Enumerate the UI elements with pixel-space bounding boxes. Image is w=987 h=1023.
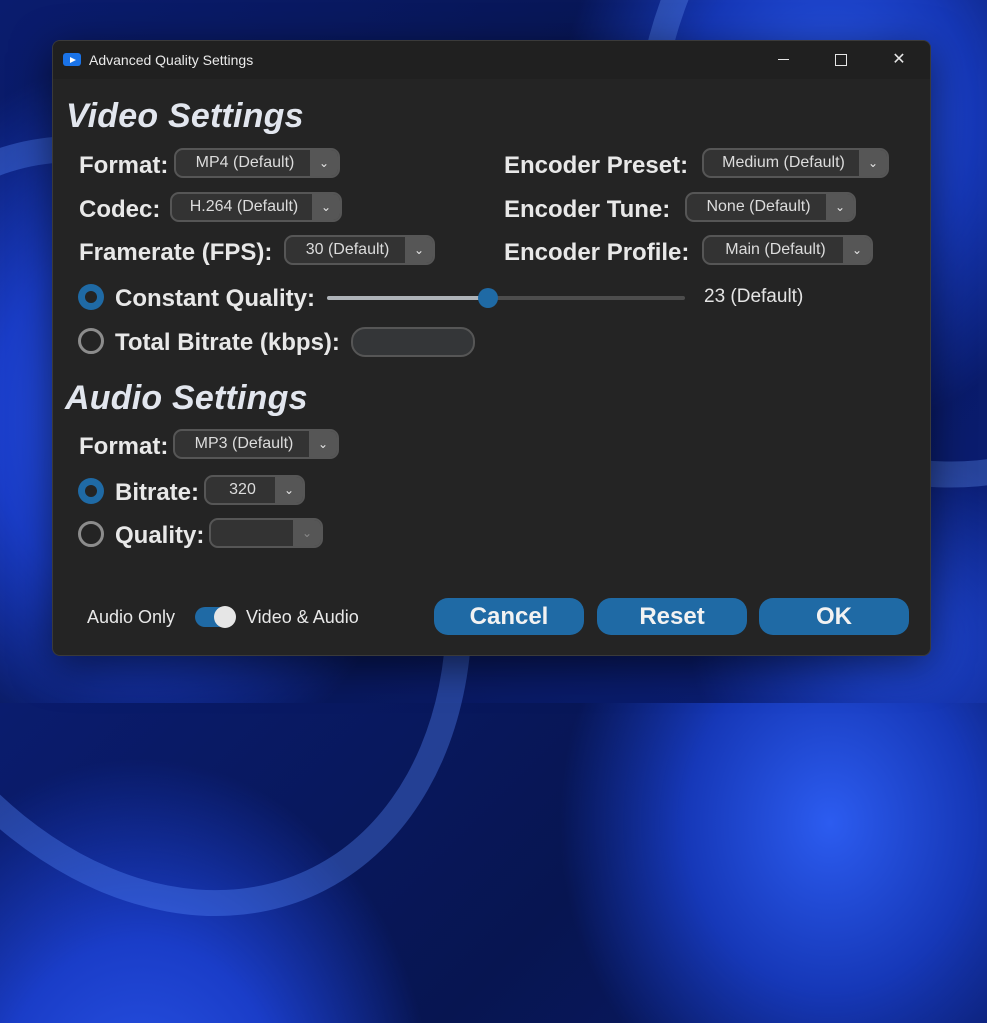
audio-format-value: MP3 (Default) [194,435,294,452]
toggle-knob [214,606,236,628]
encoder-preset-label: Encoder Preset: [504,152,689,179]
chevron-down-icon[interactable]: ⌄ [309,431,337,457]
minimize-icon [777,59,789,61]
close-button[interactable]: ✕ [870,41,928,79]
encoder-profile-dropdown[interactable]: Main (Default) ⌄ [702,235,873,265]
window-title: Advanced Quality Settings [89,52,254,68]
chevron-down-icon[interactable]: ⌄ [859,150,887,176]
audio-bitrate-label: Bitrate: [115,479,200,506]
video-codec-dropdown[interactable]: H.264 (Default) ⌄ [170,192,342,222]
framerate-label: Framerate (FPS): [79,239,273,266]
slider-fill [327,296,488,300]
video-codec-label: Codec: [79,196,161,223]
ok-button[interactable]: OK [759,598,909,635]
maximize-icon [835,53,847,66]
total-bitrate-radio[interactable] [78,328,104,354]
slider-thumb[interactable] [478,288,498,308]
audio-bitrate-dropdown[interactable]: 320 ⌄ [204,475,305,505]
chevron-down-icon[interactable]: ⌄ [310,150,338,176]
total-bitrate-input[interactable] [351,327,475,357]
chevron-down-icon[interactable]: ⌄ [843,237,871,263]
cancel-button[interactable]: Cancel [434,598,584,635]
video-format-value: MP4 (Default) [195,154,295,171]
encoder-preset-value: Medium (Default) [722,154,845,171]
audio-format-dropdown[interactable]: MP3 (Default) ⌄ [173,429,339,459]
maximize-button[interactable] [812,41,870,79]
reset-button[interactable]: Reset [597,598,747,635]
framerate-value: 30 (Default) [305,241,390,258]
video-settings-heading: Video Settings [66,97,304,135]
constant-quality-value: 23 (Default) [704,286,804,307]
audio-quality-label: Quality: [115,522,205,549]
encoder-profile-label: Encoder Profile: [504,239,690,266]
audio-settings-heading: Audio Settings [65,379,308,417]
total-bitrate-label: Total Bitrate (kbps): [115,329,340,356]
video-audio-label: Video & Audio [246,607,359,627]
audio-only-label: Audio Only [87,607,176,627]
constant-quality-label: Constant Quality: [115,285,316,312]
title-bar[interactable]: Advanced Quality Settings ✕ [53,41,930,79]
audio-quality-dropdown[interactable]: ⌄ [209,518,323,548]
settings-window: Advanced Quality Settings ✕ Video Settin… [52,40,931,656]
encoder-tune-value: None (Default) [706,198,811,215]
audio-quality-value [211,520,297,546]
close-icon: ✕ [892,51,906,68]
chevron-down-icon[interactable]: ⌄ [293,520,321,546]
video-codec-value: H.264 (Default) [189,198,299,215]
audio-bitrate-value: 320 [229,481,256,498]
minimize-button[interactable] [754,41,812,79]
framerate-dropdown[interactable]: 30 (Default) ⌄ [284,235,435,265]
chevron-down-icon[interactable]: ⌄ [405,237,433,263]
mode-toggle-switch[interactable] [195,606,236,628]
encoder-profile-value: Main (Default) [725,241,826,258]
constant-quality-radio[interactable] [78,284,104,310]
chevron-down-icon[interactable]: ⌄ [312,194,340,220]
video-format-label: Format: [79,152,169,179]
audio-format-label: Format: [79,433,169,460]
chevron-down-icon[interactable]: ⌄ [826,194,854,220]
constant-quality-slider[interactable] [327,288,685,308]
app-play-icon [63,53,81,66]
encoder-tune-label: Encoder Tune: [504,196,671,223]
encoder-tune-dropdown[interactable]: None (Default) ⌄ [685,192,856,222]
audio-quality-radio[interactable] [78,521,104,547]
chevron-down-icon[interactable]: ⌄ [275,477,303,503]
video-format-dropdown[interactable]: MP4 (Default) ⌄ [174,148,340,178]
encoder-preset-dropdown[interactable]: Medium (Default) ⌄ [702,148,889,178]
audio-bitrate-radio[interactable] [78,478,104,504]
